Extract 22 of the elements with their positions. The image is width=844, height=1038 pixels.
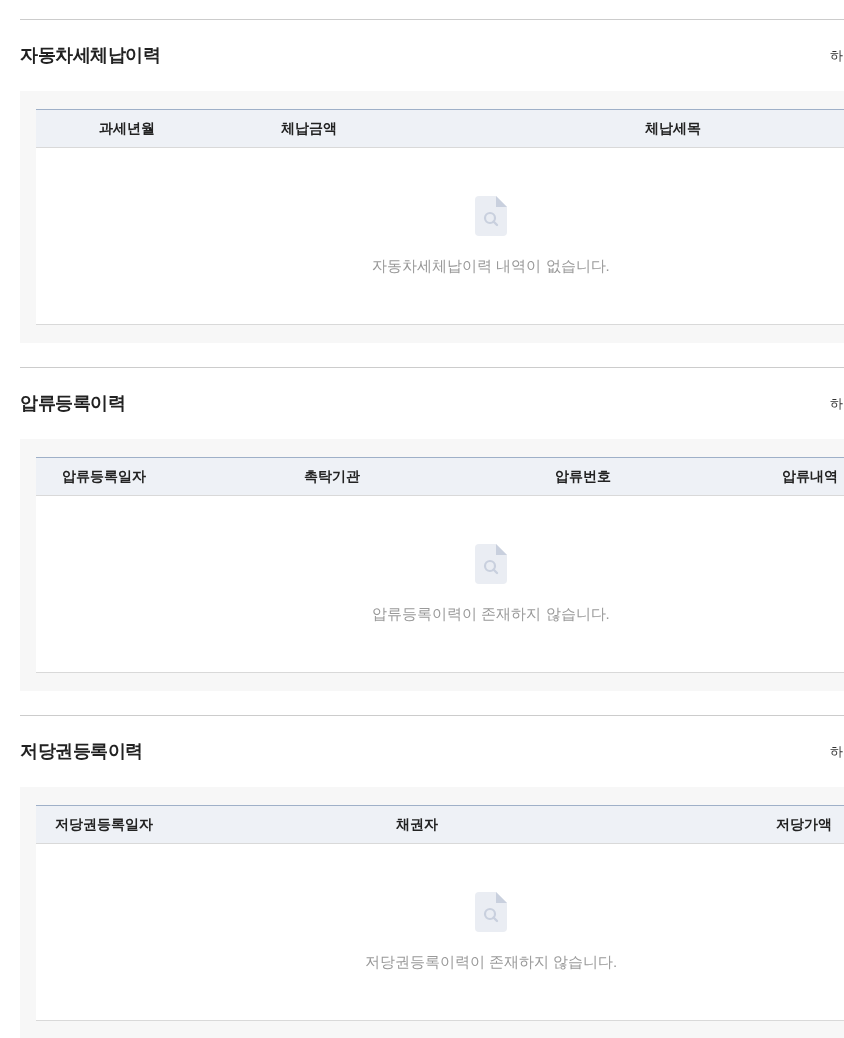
section-title: 자동차세체납이력 [20,44,160,67]
document-search-icon [475,892,507,932]
empty-message: 자동차세체납이력 내역이 없습니다. [372,256,610,276]
section-title: 압류등록이력 [20,392,125,415]
document-search-icon [475,196,507,236]
section-link-text[interactable]: 하 [830,393,844,414]
column-header: 압류등록일자 [61,467,147,486]
column-header: 체납금액 [280,119,338,138]
section-link-text[interactable]: 하 [830,741,844,762]
empty-message: 압류등록이력이 존재하지 않습니다. [372,604,610,624]
document-search-icon [475,544,507,584]
column-header: 압류내역 [781,467,839,486]
column-header: 저당가액 [775,815,833,834]
column-header: 저당권등록일자 [54,815,154,834]
section-link-text[interactable]: 하 [830,45,844,66]
column-header: 체납세목 [644,119,702,138]
column-header: 채권자 [395,815,439,834]
column-header: 촉탁기관 [303,467,361,486]
column-header: 압류번호 [554,467,612,486]
section-title: 저당권등록이력 [20,740,143,763]
empty-message: 저당권등록이력이 존재하지 않습니다. [364,952,618,972]
column-header: 과세년월 [98,119,156,138]
